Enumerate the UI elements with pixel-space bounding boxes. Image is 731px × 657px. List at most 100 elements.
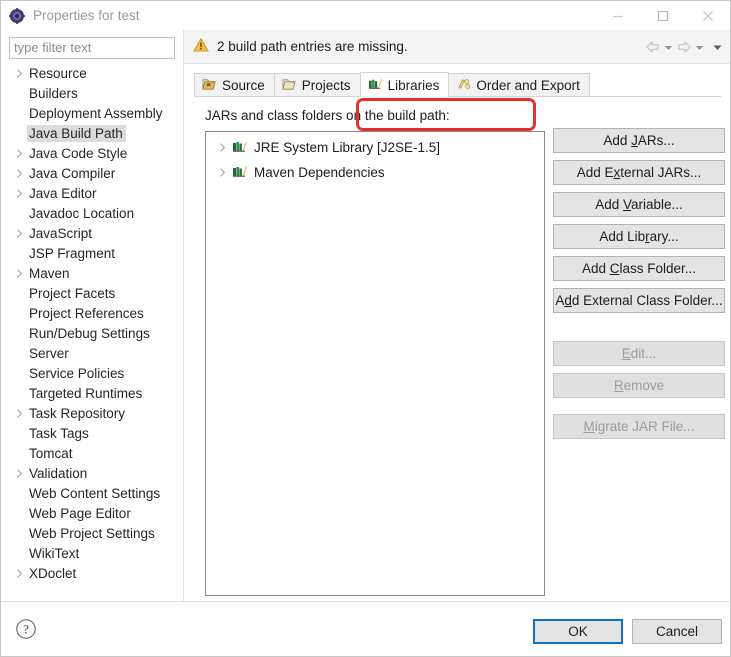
sidebar-item-label: Web Content Settings	[29, 485, 161, 501]
add-variable-button[interactable]: Add Variable...	[553, 192, 725, 217]
expand-chevron-right-icon[interactable]	[214, 139, 230, 155]
ok-button[interactable]: OK	[533, 619, 623, 644]
sidebar-item-server[interactable]: Server	[1, 343, 183, 363]
sidebar-item-java-code-style[interactable]: Java Code Style	[1, 143, 183, 163]
add-library-button[interactable]: Add Library...	[553, 224, 725, 249]
tab-label: Projects	[301, 78, 351, 93]
expand-chevron-right-icon[interactable]	[11, 185, 27, 201]
expand-chevron-right-icon[interactable]	[11, 65, 27, 81]
expand-chevron-right-icon[interactable]	[11, 405, 27, 421]
expand-chevron-right-icon[interactable]	[11, 225, 27, 241]
sidebar-item-java-editor[interactable]: Java Editor	[1, 183, 183, 203]
forward-arrow-icon[interactable]	[676, 39, 692, 55]
sidebar-item-label: Run/Debug Settings	[29, 325, 150, 341]
properties-gear-icon	[9, 7, 25, 24]
tab-projects[interactable]: Projects	[273, 73, 361, 97]
sidebar-item-task-tags[interactable]: Task Tags	[1, 423, 183, 443]
expand-chevron-right-icon[interactable]	[11, 565, 27, 581]
button-label: Migrate JAR File...	[583, 419, 695, 434]
list-item[interactable]: Maven Dependencies	[206, 162, 544, 182]
tab-libraries[interactable]: Libraries	[359, 72, 450, 97]
list-label: JARs and class folders on the build path…	[205, 108, 450, 123]
maximize-icon[interactable]	[640, 1, 685, 30]
sidebar-item-javascript[interactable]: JavaScript	[1, 223, 183, 243]
sidebar-item-label: Maven	[29, 265, 70, 281]
overflow-menu-chevron-down-icon[interactable]	[711, 41, 724, 54]
sidebar-item-java-compiler[interactable]: Java Compiler	[1, 163, 183, 183]
sidebar-item-label: Web Project Settings	[29, 525, 155, 541]
sidebar-item-service-policies[interactable]: Service Policies	[1, 363, 183, 383]
button-group-spacer	[553, 320, 725, 341]
expand-chevron-right-icon[interactable]	[11, 265, 27, 281]
add-external-jars-button[interactable]: Add External JARs...	[553, 160, 725, 185]
sidebar-item-wikitext[interactable]: WikiText	[1, 543, 183, 563]
back-dropdown-chevron-down-icon[interactable]	[663, 42, 674, 53]
sidebar-item-run-debug-settings[interactable]: Run/Debug Settings	[1, 323, 183, 343]
sidebar-item-label: Builders	[29, 85, 78, 101]
sidebar-item-project-facets[interactable]: Project Facets	[1, 283, 183, 303]
add-external-class-folder-button[interactable]: Add External Class Folder...	[553, 288, 725, 313]
sidebar-item-label: Targeted Runtimes	[29, 385, 143, 401]
expand-chevron-right-icon[interactable]	[11, 145, 27, 161]
sidebar-item-web-project-settings[interactable]: Web Project Settings	[1, 523, 183, 543]
sidebar-item-label: Project References	[29, 305, 144, 321]
sidebar-item-jsp-fragment[interactable]: JSP Fragment	[1, 243, 183, 263]
button-label: Add Variable...	[595, 197, 683, 212]
properties-dialog: Properties for test type filter text Res…	[0, 0, 731, 657]
sidebar-item-tomcat[interactable]: Tomcat	[1, 443, 183, 463]
expand-chevron-right-icon[interactable]	[11, 465, 27, 481]
expand-chevron-right-icon[interactable]	[214, 164, 230, 180]
sidebar-item-validation[interactable]: Validation	[1, 463, 183, 483]
list-item-label: Maven Dependencies	[254, 164, 385, 180]
tab-order-and-export[interactable]: Order and Export	[448, 73, 590, 97]
search-input[interactable]: type filter text	[9, 37, 175, 59]
settings-tree[interactable]: Resource Builders Deployment Assembly Java …	[1, 63, 183, 601]
help-icon[interactable]: ?	[15, 618, 37, 643]
sidebar-item-resource[interactable]: Resource	[1, 63, 183, 83]
sidebar-item-label: Project Facets	[29, 285, 116, 301]
sidebar-item-label: Web Page Editor	[29, 505, 131, 521]
button-label: Add Library...	[599, 229, 679, 244]
warning-icon	[193, 37, 209, 56]
build-path-list[interactable]: JRE System Library [J2SE-1.5] Maven Depen…	[205, 131, 545, 596]
forward-dropdown-chevron-down-icon[interactable]	[694, 42, 705, 53]
status-message-text: 2 build path entries are missing.	[217, 39, 408, 54]
cancel-button[interactable]: Cancel	[632, 619, 722, 644]
order-export-icon	[456, 77, 471, 95]
sidebar-item-label: Service Policies	[29, 365, 125, 381]
add-jars-button[interactable]: Add JARs...	[553, 128, 725, 153]
sidebar-item-builders[interactable]: Builders	[1, 83, 183, 103]
sidebar-item-label: XDoclet	[29, 565, 77, 581]
minimize-icon[interactable]	[595, 1, 640, 30]
sidebar-item-label: Java Code Style	[29, 145, 128, 161]
back-arrow-icon[interactable]	[645, 39, 661, 55]
close-icon[interactable]	[685, 1, 730, 30]
sidebar-item-targeted-runtimes[interactable]: Targeted Runtimes	[1, 383, 183, 403]
sidebar-item-label: Validation	[29, 465, 88, 481]
list-item[interactable]: JRE System Library [J2SE-1.5]	[206, 137, 544, 157]
tab-source[interactable]: Source	[194, 73, 275, 97]
sidebar-item-deployment-assembly[interactable]: Deployment Assembly	[1, 103, 183, 123]
library-books-icon	[232, 163, 248, 182]
expand-chevron-right-icon[interactable]	[11, 165, 27, 181]
add-class-folder-button[interactable]: Add Class Folder...	[553, 256, 725, 281]
sidebar-item-project-references[interactable]: Project References	[1, 303, 183, 323]
sidebar-item-xdoclet[interactable]: XDoclet	[1, 563, 183, 583]
sidebar-item-web-page-editor[interactable]: Web Page Editor	[1, 503, 183, 523]
sidebar-item-java-build-path[interactable]: Java Build Path	[1, 123, 183, 143]
libraries-tab-panel: JARs and class folders on the build path…	[194, 97, 725, 596]
tab-bar[interactable]: Source Projects Libraries Order and Export	[194, 72, 721, 97]
svg-text:?: ?	[23, 622, 29, 637]
sidebar-item-web-content-settings[interactable]: Web Content Settings	[1, 483, 183, 503]
sidebar-item-task-repository[interactable]: Task Repository	[1, 403, 183, 423]
sidebar-item-maven[interactable]: Maven	[1, 263, 183, 283]
sidebar-item-javadoc-location[interactable]: Javadoc Location	[1, 203, 183, 223]
library-books-icon	[368, 76, 383, 94]
